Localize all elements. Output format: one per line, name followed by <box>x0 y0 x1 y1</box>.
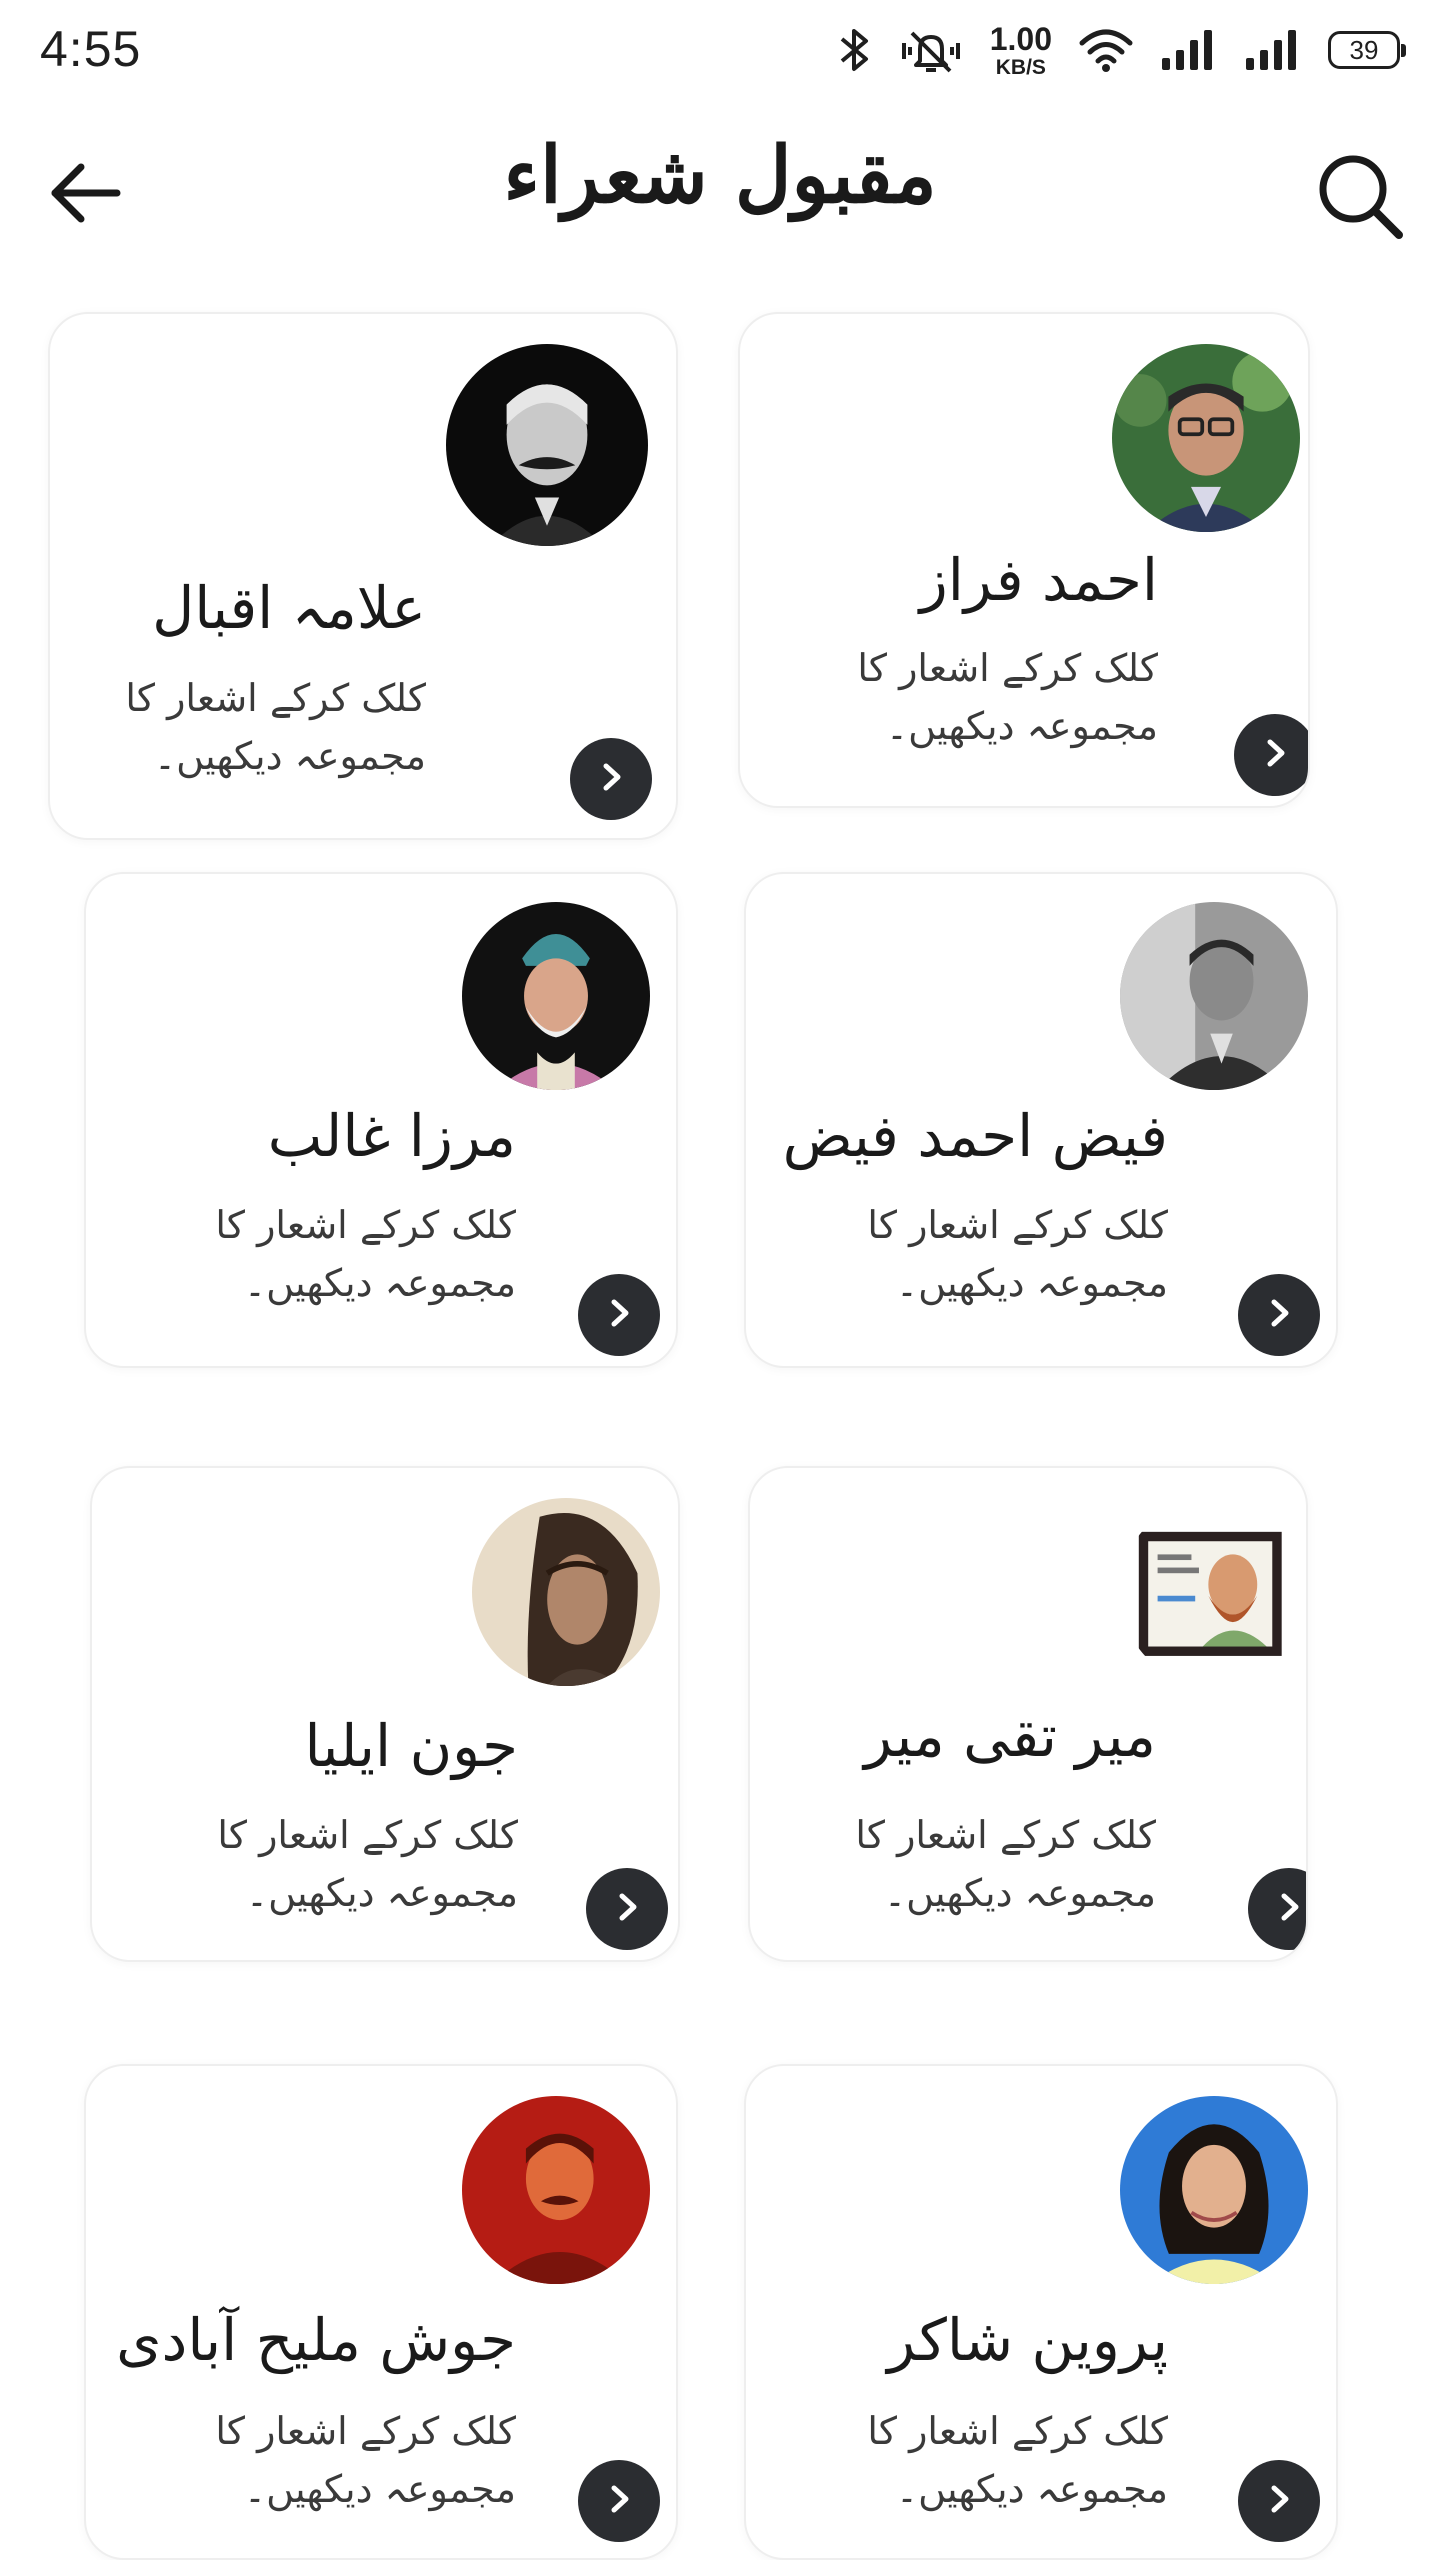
poet-description: کلک کرکے اشعار کا مجموعہ دیکھیں۔ <box>217 1813 518 1915</box>
poet-name: علامہ اقبال <box>152 574 426 642</box>
poet-description: کلک کرکے اشعار کا مجموعہ دیکھیں۔ <box>867 2409 1168 2511</box>
open-poet-button[interactable] <box>1238 2460 1320 2542</box>
poet-avatar <box>472 1498 660 1686</box>
app-bar: مقبول شعراء <box>0 110 1440 280</box>
poet-avatar <box>462 2096 650 2284</box>
poet-name: احمد فراز <box>919 546 1158 614</box>
open-poet-button[interactable] <box>570 738 652 820</box>
open-poet-button[interactable] <box>1248 1868 1306 1950</box>
poet-avatar <box>1120 902 1308 1090</box>
chevron-right-icon <box>602 1296 636 1334</box>
poet-card-parveen[interactable]: پروین شاکر کلک کرکے اشعار کا مجموعہ دیکھ… <box>744 2064 1338 2560</box>
poet-name: پروین شاکر <box>887 2306 1168 2374</box>
poet-card-ghalib[interactable]: مرزا غالب کلک کرکے اشعار کا مجموعہ دیکھی… <box>84 872 678 1368</box>
poet-description: کلک کرکے اشعار کا مجموعہ دیکھیں۔ <box>125 676 426 778</box>
poet-card-josh[interactable]: جوش ملیح آبادی کلک کرکے اشعار کا مجموعہ … <box>84 2064 678 2560</box>
poet-name: جوش ملیح آبادی <box>116 2306 516 2374</box>
poet-description: کلک کرکے اشعار کا مجموعہ دیکھیں۔ <box>857 646 1158 748</box>
net-speed-indicator: 1.00 KB/S <box>990 23 1052 78</box>
poet-card-faiz[interactable]: فیض احمد فیض کلک کرکے اشعار کا مجموعہ دی… <box>744 872 1338 1368</box>
poet-name: فیض احمد فیض <box>782 1102 1168 1170</box>
poet-avatar <box>1120 2096 1308 2284</box>
poet-card-jaun[interactable]: جون ایلیا کلک کرکے اشعار کا مجموعہ دیکھی… <box>90 1466 680 1962</box>
poet-name: مرزا غالب <box>267 1102 516 1170</box>
open-poet-button[interactable] <box>586 1868 668 1950</box>
search-button[interactable] <box>1310 148 1410 248</box>
open-poet-button[interactable] <box>1234 714 1308 796</box>
mute-vibrate-icon <box>898 25 964 75</box>
net-speed-unit: KB/S <box>995 55 1046 79</box>
poet-avatar <box>1120 1498 1306 1686</box>
chevron-right-icon <box>602 2482 636 2520</box>
poet-card-faraz[interactable]: احمد فراز کلک کرکے اشعار کا مجموعہ دیکھی… <box>738 312 1310 808</box>
battery-icon: 39 <box>1328 31 1406 69</box>
chevron-right-icon <box>1262 1296 1296 1334</box>
poet-avatar <box>446 344 648 546</box>
poet-card-meer[interactable]: میر تقی میر کلک کرکے اشعار کا مجموعہ دیک… <box>748 1466 1308 1962</box>
open-poet-button[interactable] <box>578 2460 660 2542</box>
open-poet-button[interactable] <box>1238 1274 1320 1356</box>
poet-avatar <box>1112 344 1300 532</box>
poet-description: کلک کرکے اشعار کا مجموعہ دیکھیں۔ <box>215 2409 516 2511</box>
poet-name: جون ایلیا <box>304 1712 518 1780</box>
signal-icon <box>1244 28 1302 72</box>
poet-avatar <box>462 902 650 1090</box>
page-title: مقبول شعراء <box>503 130 937 221</box>
search-icon <box>1315 151 1405 245</box>
poet-card-iqbal[interactable]: علامہ اقبال کلک کرکے اشعار کا مجموعہ دیک… <box>48 312 678 840</box>
signal-icon <box>1160 28 1218 72</box>
bluetooth-icon <box>838 25 872 75</box>
status-time: 4:55 <box>40 21 142 77</box>
chevron-right-icon <box>1258 736 1292 774</box>
chevron-right-icon <box>1272 1890 1306 1928</box>
wifi-icon <box>1078 27 1134 73</box>
open-poet-button[interactable] <box>578 1274 660 1356</box>
poet-name: میر تقی میر <box>864 1702 1156 1770</box>
status-icons: 1.00 KB/S 39 <box>838 18 1406 82</box>
net-speed-value: 1.00 <box>989 20 1052 57</box>
chevron-right-icon <box>610 1890 644 1928</box>
status-bar: 4:55 1.00 KB/S 39 <box>0 0 1440 100</box>
poet-description: کلک کرکے اشعار کا مجموعہ دیکھیں۔ <box>867 1203 1168 1305</box>
chevron-right-icon <box>1262 2482 1296 2520</box>
poet-description: کلک کرکے اشعار کا مجموعہ دیکھیں۔ <box>855 1813 1156 1915</box>
poet-description: کلک کرکے اشعار کا مجموعہ دیکھیں۔ <box>215 1203 516 1305</box>
chevron-right-icon <box>594 760 628 798</box>
